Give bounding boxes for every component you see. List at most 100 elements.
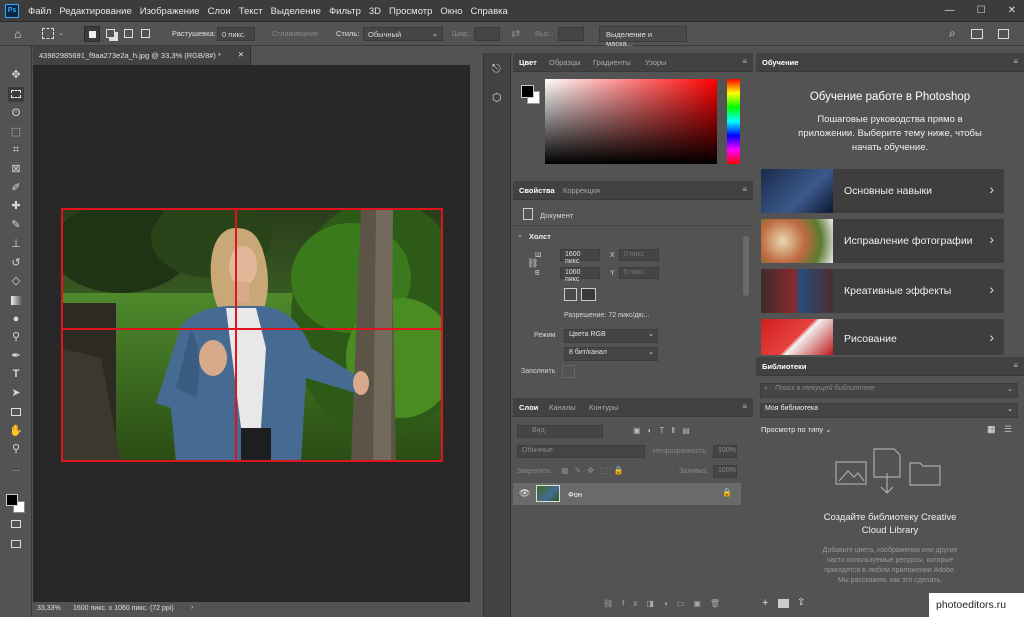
foreground-color-swatch[interactable]	[6, 494, 18, 506]
mode-select[interactable]: Цвета RGB ⌄	[564, 329, 658, 343]
hand-tool-icon[interactable]: ✋	[8, 424, 24, 439]
layer-filter-input[interactable]: Вид	[517, 425, 603, 438]
screen-mode-icon[interactable]	[8, 537, 24, 552]
healing-brush-tool-icon[interactable]: ✚	[8, 199, 24, 214]
menu-item[interactable]: Слои	[208, 6, 231, 17]
add-icon[interactable]: +	[762, 597, 768, 609]
swap-icon[interactable]: ⇄	[511, 27, 520, 40]
zoom-level[interactable]: 33,33%	[37, 605, 61, 612]
move-tool-icon[interactable]: ✥	[8, 68, 24, 83]
lasso-tool-icon[interactable]: ʘ	[8, 106, 24, 121]
marquee-preset-icon[interactable]	[42, 28, 54, 39]
tab-channels[interactable]: Каналы	[549, 403, 576, 412]
layer-name[interactable]: Фон	[568, 490, 582, 499]
chevron-down-icon[interactable]: ⌄	[517, 231, 523, 239]
history-brush-tool-icon[interactable]: ↺	[8, 256, 24, 271]
library-search-input[interactable]: ⌕ Поиск в текущей библиотеке ⌄	[760, 383, 1018, 398]
menu-item[interactable]: Окно	[440, 6, 462, 17]
learn-card-painting[interactable]: Рисование ›	[761, 319, 1004, 355]
tab-gradients[interactable]: Градиенты	[593, 58, 631, 67]
tab-adjustments[interactable]: Коррекция	[563, 186, 600, 195]
menu-item[interactable]: Просмотр	[389, 6, 432, 17]
layer-filter-icons[interactable]: ▣◐TⅡ▤	[633, 426, 697, 435]
portrait-orientation-icon[interactable]	[564, 288, 577, 301]
layer-row[interactable]: 👁 Фон 🔒	[513, 483, 741, 505]
minimize-icon[interactable]: —	[945, 5, 955, 16]
close-tab-icon[interactable]: ✕	[238, 50, 244, 59]
intersect-selection-icon[interactable]	[141, 29, 150, 38]
antialias-checkbox[interactable]: Сглаживание	[272, 29, 318, 38]
y-field[interactable]: 0 пикс	[619, 267, 659, 279]
menu-item[interactable]: Изображение	[140, 6, 200, 17]
3d-panel-icon[interactable]: ⬡	[492, 91, 502, 104]
panel-menu-icon[interactable]: ≡	[742, 185, 747, 194]
pen-tool-icon[interactable]: ✒	[8, 349, 24, 364]
add-selection-icon[interactable]	[106, 29, 115, 38]
panel-menu-icon[interactable]: ≡	[742, 402, 747, 411]
properties-scrollbar[interactable]	[743, 236, 749, 296]
home-icon[interactable]: ⌂	[14, 27, 21, 41]
type-tool-icon[interactable]: T	[8, 367, 24, 382]
zoom-tool-icon[interactable]: ⚲	[8, 442, 24, 457]
fill-field[interactable]: 100%	[713, 465, 737, 478]
upload-icon[interactable]: ⇪	[797, 597, 805, 608]
tab-swatches[interactable]: Образцы	[549, 58, 581, 67]
list-view-icon[interactable]: ☰	[1004, 424, 1012, 435]
hue-slider[interactable]	[727, 79, 740, 164]
brush-tool-icon[interactable]: ✎	[8, 218, 24, 233]
search-icon[interactable]: ⌕	[949, 26, 956, 41]
panel-menu-icon[interactable]: ≡	[1013, 57, 1018, 66]
folder-icon[interactable]	[778, 599, 789, 608]
share-icon[interactable]	[998, 29, 1009, 39]
chevron-down-icon[interactable]: ⌄	[58, 29, 64, 37]
gradient-tool-icon[interactable]	[8, 293, 24, 308]
color-field[interactable]	[545, 79, 717, 164]
rectangle-tool-icon[interactable]	[8, 405, 24, 420]
tab-layers[interactable]: Слои	[519, 403, 538, 412]
maximize-icon[interactable]: ☐	[977, 5, 986, 16]
tab-properties[interactable]: Свойства	[519, 186, 555, 195]
blur-tool-icon[interactable]: ●	[8, 312, 24, 327]
workspace-icon[interactable]	[971, 29, 983, 39]
lock-icons[interactable]: ▦✎✥⬚🔒	[561, 466, 629, 475]
link-icon[interactable]: ⛓	[527, 258, 538, 269]
rectangular-marquee-tool-icon[interactable]	[8, 87, 24, 102]
menu-item[interactable]: Редактирование	[59, 6, 131, 17]
new-selection-button[interactable]	[84, 26, 100, 42]
tab-paths[interactable]: Контуры	[589, 403, 618, 412]
quick-mask-icon[interactable]	[8, 517, 24, 532]
x-field[interactable]: 0 пикс	[619, 249, 659, 261]
foreground-color-swatch[interactable]	[521, 85, 534, 98]
canvas-width-field[interactable]: 1600 пикс	[560, 249, 600, 265]
width-input[interactable]	[474, 27, 500, 41]
tab-learn[interactable]: Обучение	[762, 58, 798, 67]
menu-item[interactable]: Справка	[471, 6, 508, 17]
height-input[interactable]	[558, 27, 584, 41]
canvas-height-field[interactable]: 1060 пикс	[560, 267, 600, 283]
learn-card-creative[interactable]: Креативные эффекты ›	[761, 269, 1004, 313]
opacity-field[interactable]: 100%	[713, 445, 737, 458]
tab-patterns[interactable]: Узоры	[645, 58, 666, 67]
learn-card-basics[interactable]: Основные навыки ›	[761, 169, 1004, 213]
chevron-right-icon[interactable]: ›	[191, 604, 193, 611]
tab-color[interactable]: Цвет	[519, 58, 537, 67]
document-tab[interactable]: 43982985691_f9aa273e2a_h.jpg @ 33,3% (RG…	[33, 46, 251, 65]
eraser-tool-icon[interactable]: ◇	[8, 274, 24, 289]
history-panel-icon[interactable]: ⎋	[492, 63, 501, 76]
horizontal-guide[interactable]	[61, 328, 443, 330]
blend-mode-select[interactable]: Обычные	[517, 445, 645, 458]
landscape-orientation-icon[interactable]	[581, 288, 596, 301]
layers-footer-icons[interactable]: ⛓fx◨◑▭▣🗑	[603, 599, 729, 608]
close-icon[interactable]: ✕	[1008, 5, 1016, 16]
frame-tool-icon[interactable]: ⊠	[8, 162, 24, 177]
library-select[interactable]: Моя библиотека ⌄	[760, 403, 1018, 418]
grid-view-icon[interactable]: ▦	[987, 424, 996, 435]
learn-card-photo-fix[interactable]: Исправление фотографии ›	[761, 219, 1004, 263]
menu-item[interactable]: Файл	[28, 6, 51, 17]
vertical-guide[interactable]	[235, 208, 237, 462]
more-tools-icon[interactable]: ···	[8, 463, 24, 478]
feather-input[interactable]: 0 пикс.	[217, 27, 255, 41]
tab-libraries[interactable]: Библиотеки	[762, 362, 806, 371]
select-and-mask-button[interactable]: Выделение и маска...	[599, 26, 687, 48]
menu-item[interactable]: Фильтр	[329, 6, 361, 17]
